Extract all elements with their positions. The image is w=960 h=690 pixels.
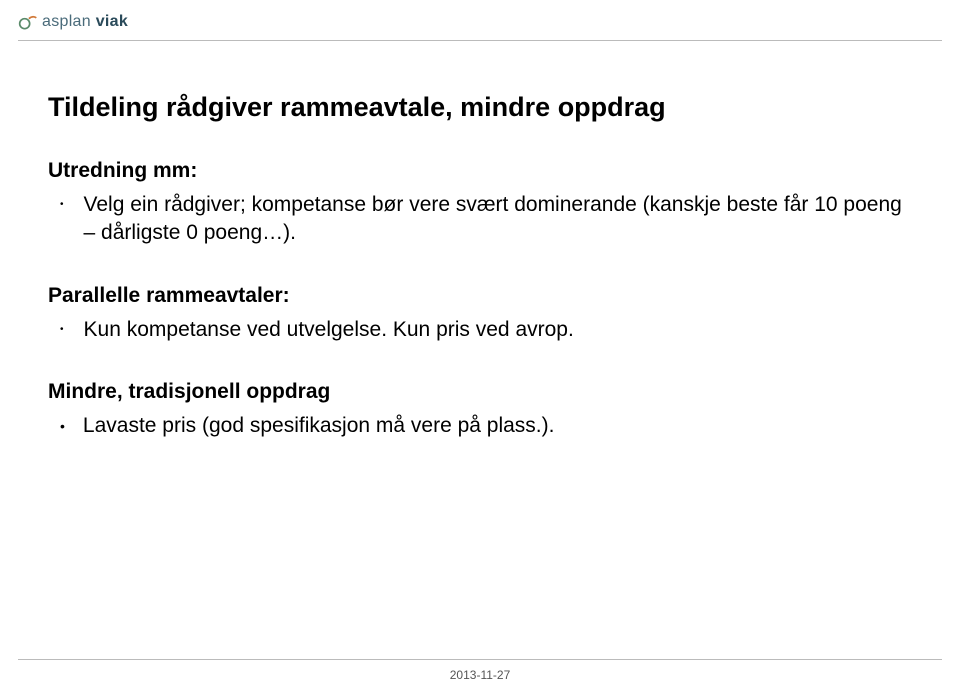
logo-text: asplan viak	[42, 13, 128, 31]
section3-heading: Mindre, tradisjonell oppdrag	[48, 380, 912, 404]
section1-heading: Utredning mm:	[48, 159, 912, 183]
section3-bullet: • Lavaste pris (god spesifikasjon må ver…	[48, 412, 912, 440]
section1-bullet-text: Velg ein rådgiver; kompetanse bør vere s…	[84, 191, 912, 248]
bullet-icon: •	[60, 191, 64, 219]
footer-date: 2013-11-27	[0, 668, 960, 682]
section2-bullet-text: Kun kompetanse ved utvelgelse. Kun pris …	[84, 316, 574, 344]
logo-text-part1: asplan	[42, 13, 91, 30]
divider-bottom	[18, 659, 942, 660]
logo-mark-icon	[18, 12, 38, 32]
slide-content: Tildeling rådgiver rammeavtale, mindre o…	[48, 92, 912, 444]
section1-bullet: • Velg ein rådgiver; kompetanse bør vere…	[48, 191, 912, 248]
bullet-icon: •	[60, 412, 65, 440]
section2-bullet: • Kun kompetanse ved utvelgelse. Kun pri…	[48, 316, 912, 344]
logo-text-part2: viak	[91, 13, 128, 30]
section2-heading: Parallelle rammeavtaler:	[48, 284, 912, 308]
section3-bullet-text: Lavaste pris (god spesifikasjon må vere …	[83, 412, 555, 440]
divider-top	[18, 40, 942, 41]
bullet-icon: •	[60, 316, 64, 344]
logo: asplan viak	[18, 12, 128, 32]
slide-title: Tildeling rådgiver rammeavtale, mindre o…	[48, 92, 912, 123]
